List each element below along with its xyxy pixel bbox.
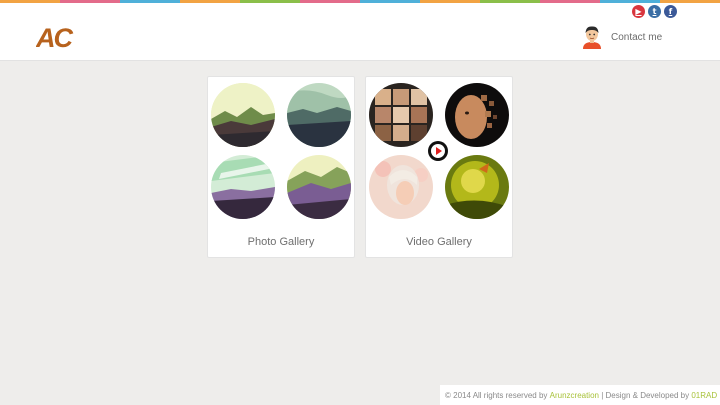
photo-thumbnail <box>211 155 275 219</box>
site-header: AC ▶ t f Contact me <box>0 3 720 61</box>
contact-label: Contact me <box>611 31 663 43</box>
play-icon[interactable] <box>427 140 449 162</box>
youtube-icon[interactable]: ▶ <box>632 5 645 18</box>
photo-gallery-card[interactable]: Photo Gallery <box>207 76 355 258</box>
owner-link[interactable]: Arunzcreation <box>550 391 599 400</box>
card-title: Video Gallery <box>406 236 472 248</box>
developer-link[interactable]: 01RAD <box>691 391 717 400</box>
video-gallery-card[interactable]: Video Gallery <box>365 76 513 258</box>
twitter-icon[interactable]: t <box>648 5 661 18</box>
photo-thumbnail <box>287 155 351 219</box>
video-thumbnail <box>445 155 509 219</box>
site-logo[interactable]: AC <box>35 23 82 53</box>
svg-text:AC: AC <box>36 24 73 50</box>
contact-me-link[interactable]: Contact me <box>582 24 662 50</box>
social-links: ▶ t f <box>632 5 677 18</box>
video-thumbnail <box>369 83 433 147</box>
avatar <box>583 26 601 49</box>
site-footer: © 2014 All rights reserved by Arunzcreat… <box>440 385 720 405</box>
credit-separator: | Design & Developed by <box>601 390 690 400</box>
card-title: Photo Gallery <box>247 236 315 248</box>
photo-thumbnail <box>211 83 275 147</box>
copyright-text: © 2014 All rights reserved by <box>445 390 548 400</box>
facebook-icon[interactable]: f <box>664 5 677 18</box>
photo-thumbnail <box>287 83 351 147</box>
video-thumbnail <box>369 155 433 219</box>
video-thumbnail <box>445 83 509 147</box>
